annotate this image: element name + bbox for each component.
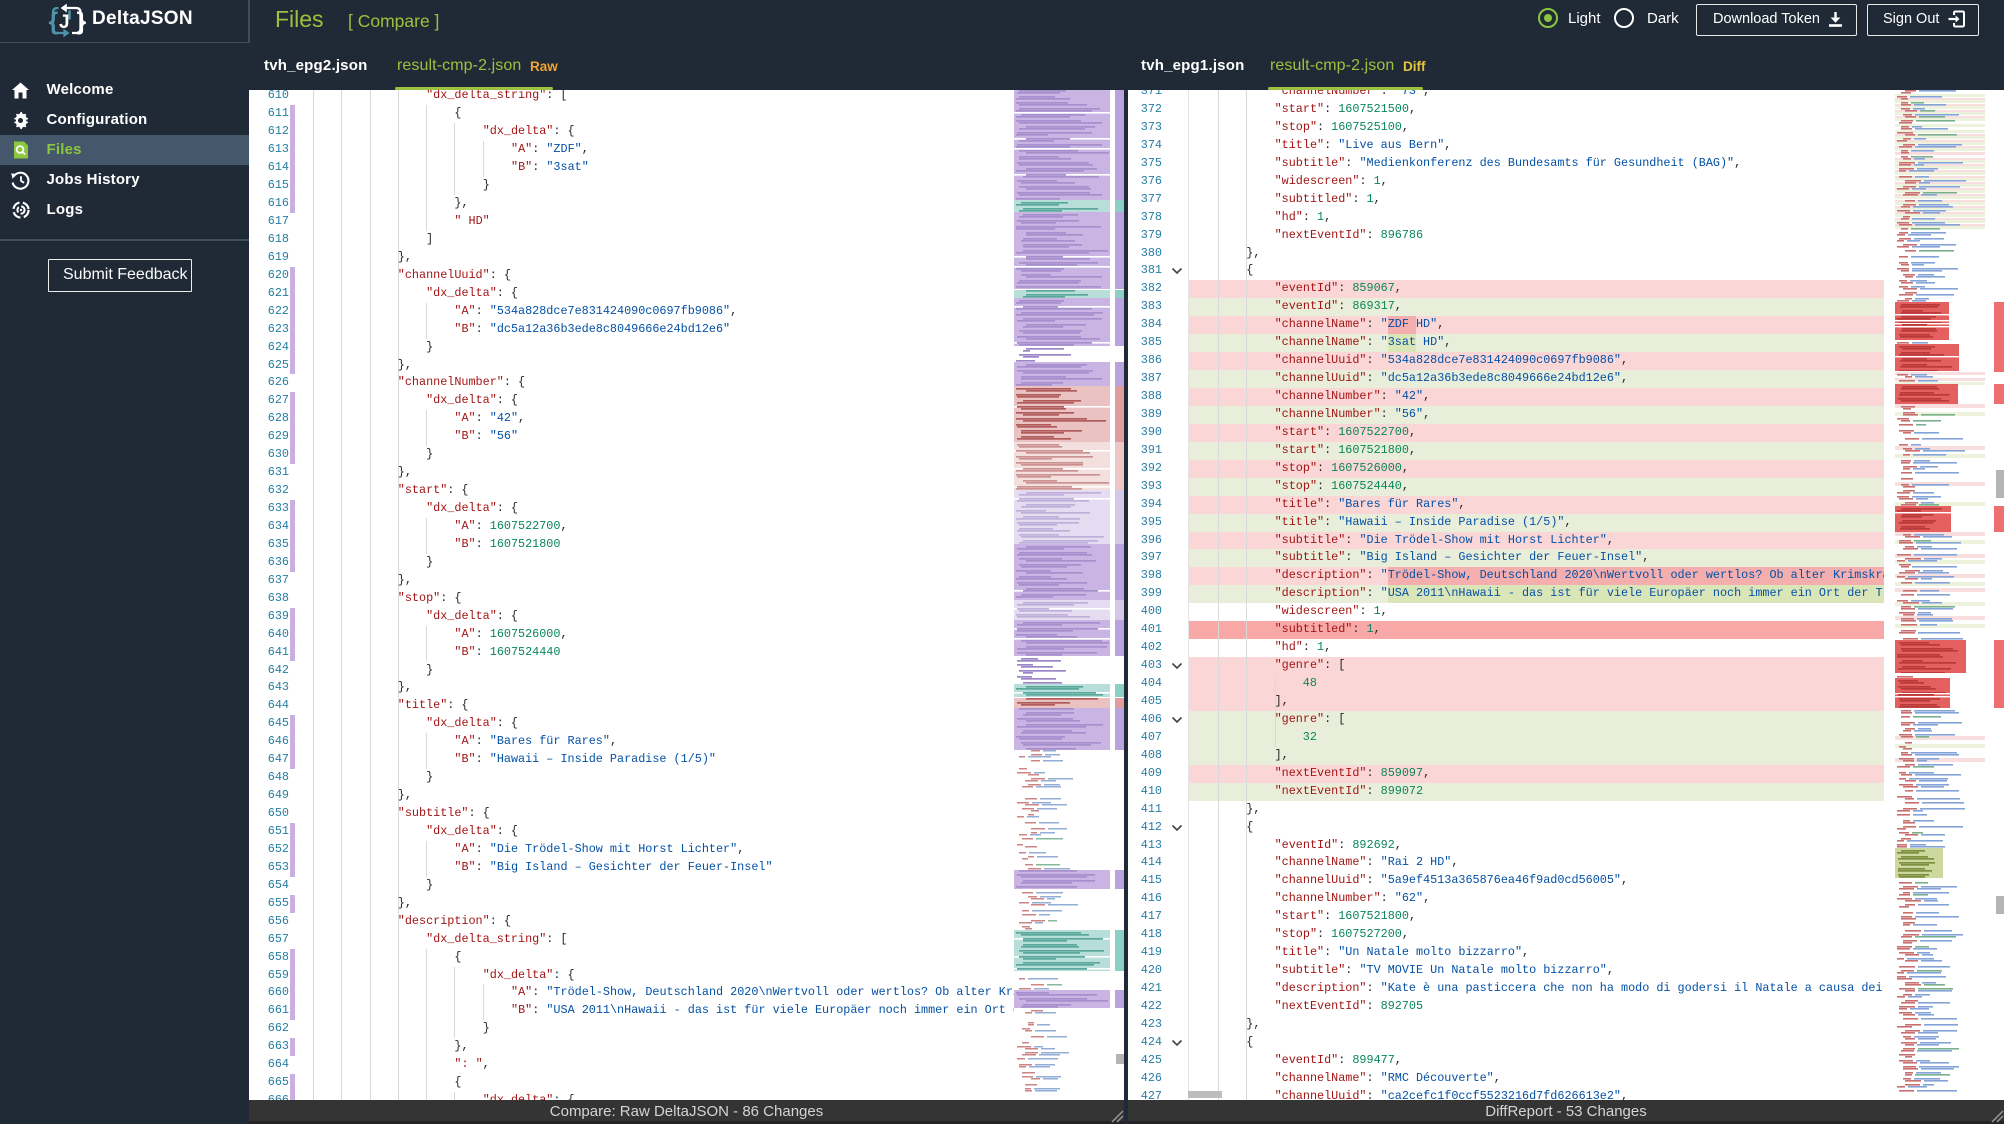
svg-text:}: } xyxy=(77,8,87,36)
svg-text:J: J xyxy=(59,12,70,33)
svg-text:{: { xyxy=(49,8,59,36)
